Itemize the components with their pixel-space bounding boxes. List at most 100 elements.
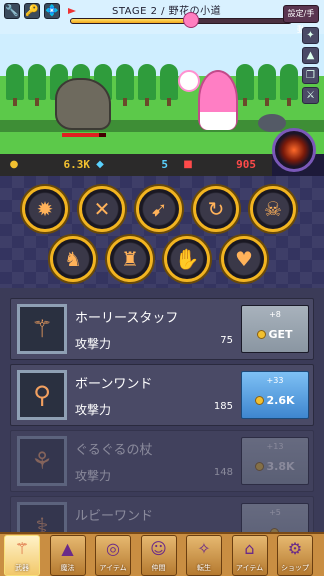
fire-skill-button[interactable]: ✹ [22,186,68,232]
flag-icon [68,8,76,14]
nav-label: 武器 [15,564,29,572]
cost-text: 2.6K [266,394,295,407]
crystal-currency: ◆ 5 [92,157,168,173]
ruby-wand-icon: ⚕ [35,513,49,532]
weapon-row: ⚕ルビーワンド攻撃力+5 [10,496,314,532]
attack-label: 攻撃力 [75,403,112,417]
cost-text: GET [268,328,293,341]
weapon-row[interactable]: ⚲ ボーンワンド 攻撃力 185 +33 2.6K [10,364,314,426]
nav-label: 仲間 [151,564,166,572]
crystal-icon: ◆ [96,159,104,170]
magic-orb-icon [178,70,200,92]
nav-tab-6[interactable]: ⚙ ショップ [277,535,313,576]
bottom-nav: ⚚ 武器 ▲ 魔法 ◎ アイテム ☺ 仲間 ✧ 転生 ⌂ アイテム ⚙ ショップ [0,532,324,576]
hand-skill-button[interactable]: ✋ [164,236,210,282]
attack-delta: +8 [269,310,281,319]
summon-icon: ♞ [64,247,82,271]
gem-icon[interactable]: 💠 [44,3,60,19]
gift-icon[interactable]: ❒ [302,67,319,84]
special-skill-button[interactable] [272,128,316,172]
attack-delta: +13 [266,442,284,451]
tree-icon [160,64,178,106]
summon-skill-button[interactable]: ♞ [50,236,96,282]
sword-icon[interactable]: ⚔ [302,87,319,104]
attack-value: 75 [220,335,233,346]
nav-label: ショップ [281,564,309,572]
crossed-swords-skill-button[interactable]: ✕ [79,186,125,232]
buy-button[interactable]: +33 2.6K [241,371,309,419]
weapon-row: ⚘ ぐるぐるの杖 攻撃力 148 +13 3.8K [10,430,314,492]
tree-icon [116,64,134,106]
buy-cost: 3.8K [242,460,308,473]
ranking-icon[interactable]: ▲ [302,47,319,64]
tree-icon [236,64,254,106]
nav-tab-0[interactable]: ⚚ 武器 [4,535,40,576]
weapon-list[interactable]: ⚚ ホーリースタッフ 攻撃力 75 +8 GET ⚲ ボーンワンド 攻撃力 185 +33 2.6K ⚘… [0,288,324,532]
nav-tab-4[interactable]: ✧ 転生 [186,535,222,576]
attack-label: 攻撃力 [75,337,112,351]
whirl-icon: ↻ [207,197,225,221]
cost-text: 3.8K [266,460,295,473]
spiral-staff-icon: ⚘ [31,447,53,475]
crossed-swords-icon: ✕ [93,197,111,221]
skills-panel: ✹ ✕ ➹ ↻ ☠ ♞ ♜ ✋ ♥ [0,176,324,288]
holy-staff-icon: ⚚ [31,315,53,343]
nav-tab-5[interactable]: ⌂ アイテム [231,535,268,576]
top-bar: 🔧 🔑 💠 STAGE 2 / 野花の小道 設定/手動 [0,0,324,34]
quest-icon[interactable]: ✦ [302,27,319,44]
buy-cost: GET [242,328,308,341]
attack-delta: +33 [266,376,284,385]
bag-skill-button[interactable]: ♜ [107,236,153,282]
buy-cost: 2.6K [242,394,308,407]
weapon-row[interactable]: ⚚ ホーリースタッフ 攻撃力 75 +8 GET [10,298,314,360]
companion-icon: ☺ [150,539,167,558]
stage-progress-fill [71,19,192,23]
wrench-icon[interactable]: 🔧 [4,3,20,19]
nav-tab-1[interactable]: ▲ 魔法 [49,535,86,576]
key-icon[interactable]: 🔑 [24,3,40,19]
fire-burst-icon: ✹ [36,197,54,221]
ring-icon: ◎ [106,539,120,558]
coin-icon [257,330,267,339]
nav-tab-3[interactable]: ☺ 仲間 [140,535,177,576]
buy-button: +13 3.8K [241,437,309,485]
weapon-icon-frame: ⚕ [17,502,67,532]
hat-icon: ⌂ [244,539,255,558]
weapon-name: ルビーワンド [75,509,154,524]
witch-hat-icon: ▲ [61,539,74,558]
rock-monster[interactable] [55,78,111,130]
heroine-dress [200,112,236,130]
shop-icon: ⚙ [287,539,303,558]
heart-break-icon: ♥ [235,247,253,271]
currency-value: 5 [161,158,168,171]
heart-skill-button[interactable]: ♥ [221,236,267,282]
monster-hp-bar [62,133,106,137]
coin-icon: ● [9,159,19,170]
coin-icon [255,462,265,471]
ticket-icon: ■ [183,159,193,170]
attack-value: 148 [213,467,233,478]
weapon-name: ボーンワンド [75,377,153,392]
hand-icon: ✋ [174,247,200,271]
cloud-monster[interactable] [258,114,286,132]
attack-value: 185 [213,401,233,412]
tree-icon [280,64,298,106]
ticket-currency: ■ 905 [180,157,256,173]
nav-tab-2[interactable]: ◎ アイテム [95,535,131,576]
nav-label: 転生 [197,564,211,572]
buy-button[interactable]: +8 GET [241,305,309,353]
wand-icon: ⚚ [14,539,30,558]
nav-label: アイテム [99,564,127,572]
attack-label: 攻撃力 [75,469,112,483]
rush-skill-button[interactable]: ➹ [136,186,182,232]
curse-skill-button[interactable]: ☠ [250,186,296,232]
tree-icon [138,64,156,106]
whirl-skill-button[interactable]: ↻ [193,186,239,232]
weapon-name: ホーリースタッフ [75,311,179,326]
attack-delta: +5 [269,508,281,517]
nav-label: 魔法 [60,564,75,572]
weapon-icon-frame: ⚚ [17,304,67,354]
settings-button[interactable]: 設定/手動 [283,5,319,34]
buy-button: +5 [241,503,309,532]
gold-currency: ● 6.3K [6,157,90,173]
